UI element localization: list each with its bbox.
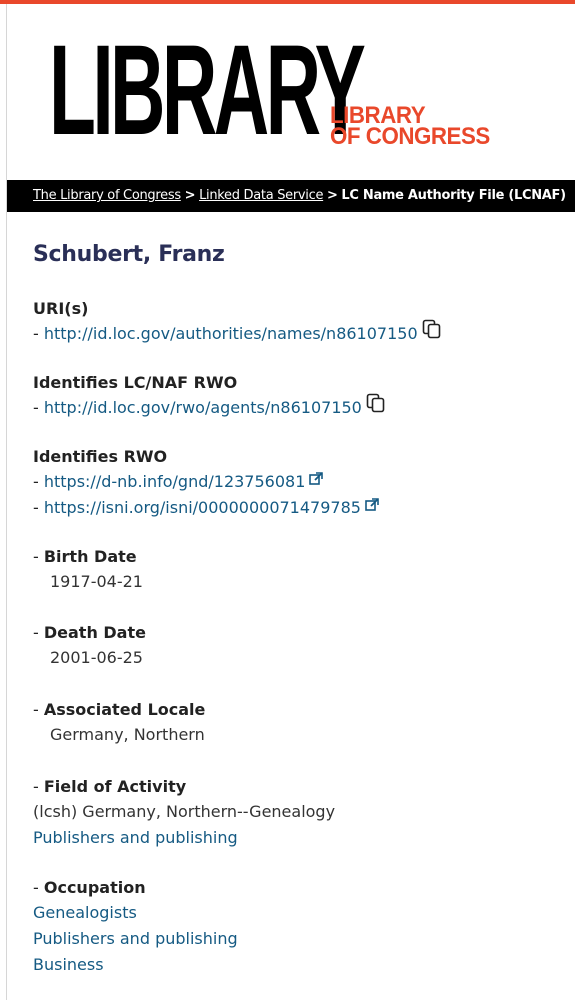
breadcrumb: The Library of Congress > Linked Data Se… [7, 180, 575, 212]
list-dash: - [33, 777, 44, 796]
list-dash: - [33, 547, 44, 566]
list-dash: - [33, 623, 44, 642]
external-rwo-row: - https://isni.org/isni/0000000071479785 [33, 495, 563, 521]
logo-subtitle: LIBRARY OF CONGRESS [330, 104, 490, 150]
identifies-rwo-label: Identifies RWO [33, 447, 168, 466]
rwo-link[interactable]: http://id.loc.gov/rwo/agents/n86107150 [44, 398, 362, 417]
occupation-link-publishers[interactable]: Publishers and publishing [33, 929, 238, 948]
list-dash: - [33, 398, 44, 417]
occupation-link-genealogists[interactable]: Genealogists [33, 903, 137, 922]
breadcrumb-link-linked-data[interactable]: Linked Data Service [199, 188, 323, 203]
associated-locale-label: - Associated Locale [33, 698, 563, 722]
birth-date-section: - Birth Date 1917-04-21 [33, 545, 563, 595]
record-content: Schubert, Franz URI(s) - http://id.loc.g… [33, 240, 563, 974]
copy-icon[interactable] [422, 319, 442, 347]
list-dash: - [33, 700, 44, 719]
associated-locale-section: - Associated Locale Germany, Northern [33, 698, 563, 748]
field-of-activity-section: - Field of Activity (lcsh) Germany, Nort… [33, 775, 563, 851]
isni-link[interactable]: https://isni.org/isni/0000000071479785 [44, 498, 361, 517]
birth-date-label: - Birth Date [33, 545, 563, 569]
library-of-congress-logo[interactable]: LIBRARY LIBRARY OF CONGRESS [49, 26, 519, 160]
identifies-lcnaf-rwo-label: Identifies LC/NAF RWO [33, 373, 238, 392]
uri-row: - http://id.loc.gov/authorities/names/n8… [33, 319, 563, 347]
list-dash: - [33, 498, 44, 517]
page-title: Schubert, Franz [33, 242, 225, 267]
uri-link[interactable]: http://id.loc.gov/authorities/names/n861… [44, 324, 418, 343]
list-dash: - [33, 472, 44, 491]
death-date-value: 2001-06-25 [50, 648, 143, 667]
gnd-link[interactable]: https://d-nb.info/gnd/123756081 [44, 472, 306, 491]
field-of-activity-label: - Field of Activity [33, 775, 563, 799]
occupation-label: - Occupation [33, 876, 563, 900]
logo-wordmark: LIBRARY [49, 19, 366, 162]
birth-date-value: 1917-04-21 [50, 572, 143, 591]
rwo-row: - http://id.loc.gov/rwo/agents/n86107150 [33, 393, 563, 421]
occupation-label-text: Occupation [43, 878, 146, 897]
field-of-activity-lcsh: (lcsh) Germany, Northern--Genealogy [33, 802, 336, 821]
list-dash: - [33, 324, 44, 343]
field-of-activity-link[interactable]: Publishers and publishing [33, 828, 238, 847]
copy-icon[interactable] [366, 393, 386, 421]
external-rwo-row: - https://d-nb.info/gnd/123756081 [33, 469, 563, 495]
associated-locale-value: Germany, Northern [50, 725, 205, 744]
field-of-activity-label-text: Field of Activity [43, 777, 187, 796]
associated-locale-label-text: Associated Locale [43, 700, 206, 719]
breadcrumb-separator: > [326, 188, 338, 203]
breadcrumb-current: LC Name Authority File (LCNAF) [341, 188, 566, 203]
death-date-section: - Death Date 2001-06-25 [33, 621, 563, 671]
uris-label: URI(s) [33, 299, 89, 318]
identifies-lcnaf-rwo-section: Identifies LC/NAF RWO - http://id.loc.go… [33, 371, 563, 421]
logo-subtitle-line2: OF CONGRESS [330, 123, 490, 150]
occupation-section: - Occupation Genealogists Publishers and… [33, 876, 563, 978]
occupation-link-business[interactable]: Business [33, 955, 104, 974]
uris-section: URI(s) - http://id.loc.gov/authorities/n… [33, 297, 563, 347]
breadcrumb-link-loc[interactable]: The Library of Congress [33, 188, 181, 203]
identifies-rwo-section: Identifies RWO - https://d-nb.info/gnd/1… [33, 445, 563, 521]
left-border [6, 4, 7, 1000]
death-date-label-text: Death Date [43, 623, 146, 642]
list-dash: - [33, 878, 44, 897]
top-accent-bar [0, 0, 575, 4]
external-link-icon [365, 494, 379, 520]
external-link-icon [309, 468, 324, 494]
breadcrumb-separator: > [184, 188, 196, 203]
birth-date-label-text: Birth Date [43, 547, 137, 566]
death-date-label: - Death Date [33, 621, 563, 645]
